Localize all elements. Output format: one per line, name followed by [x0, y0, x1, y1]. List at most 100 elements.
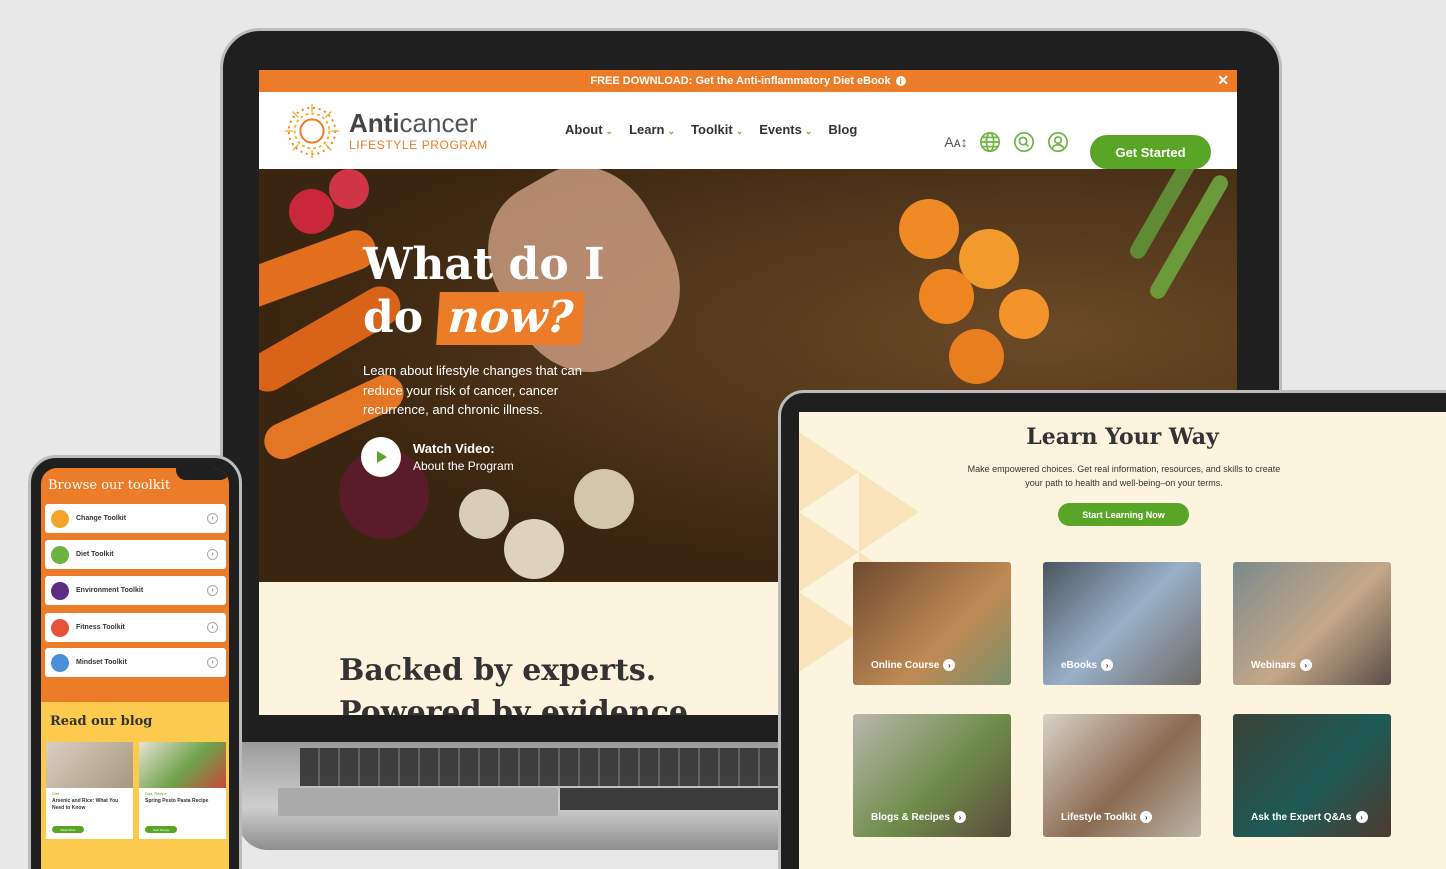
- radish-image: [329, 169, 369, 209]
- start-learning-button[interactable]: Start Learning Now: [1058, 503, 1189, 526]
- globe-icon[interactable]: [979, 131, 1001, 153]
- read-more-button[interactable]: Read More: [52, 826, 84, 833]
- blog-category: Diet, Recipe: [145, 791, 167, 796]
- carrot-slice-image: [949, 329, 1004, 384]
- get-started-button[interactable]: Get Started: [1090, 135, 1211, 169]
- mushroom-image: [574, 469, 634, 529]
- mushroom-image: [504, 519, 564, 579]
- apple-icon: [51, 545, 69, 564]
- card-label: Blogs & Recipes: [871, 811, 950, 823]
- blog-card[interactable]: Diet Arsenic and Rice: What You Need to …: [46, 742, 133, 839]
- chevron-right-icon: ›: [207, 622, 218, 633]
- chevron-down-icon: ⌄: [605, 126, 614, 136]
- experts-heading: Backed by experts. Powered by evidence.: [339, 653, 699, 715]
- lotus-icon: [51, 653, 69, 672]
- blog-image: [46, 742, 133, 788]
- promo-text[interactable]: FREE DOWNLOAD: Get the Anti-inflammatory…: [590, 75, 890, 87]
- promo-banner[interactable]: FREE DOWNLOAD: Get the Anti-inflammatory…: [259, 70, 1237, 92]
- watch-video-button[interactable]: Watch Video: About the Program: [361, 437, 514, 477]
- toolkit-label: Fitness Toolkit: [76, 624, 125, 631]
- blog-category: Diet: [52, 791, 60, 796]
- chevron-right-icon: ›: [207, 549, 218, 560]
- chevron-down-icon: ⌄: [667, 126, 676, 136]
- toolkit-heading: Browse our toolkit: [48, 478, 171, 493]
- play-icon[interactable]: [361, 437, 401, 477]
- change-icon: [51, 509, 69, 528]
- phone-notch: [176, 468, 229, 480]
- nav-item-blog[interactable]: Blog: [828, 122, 857, 137]
- card-label: Online Course: [871, 659, 940, 671]
- blog-card[interactable]: Diet, Recipe Spring Pesto Pasta Recipe V…: [139, 742, 226, 839]
- text-size-icon[interactable]: Aᴀ↕: [944, 131, 967, 153]
- chevron-right-icon: ›: [207, 513, 218, 524]
- card-blogs-recipes[interactable]: Blogs & Recipes ›: [853, 714, 1011, 837]
- chevron-down-icon: ⌄: [804, 126, 813, 136]
- mushroom-image: [459, 489, 509, 539]
- home-icon: [51, 581, 69, 600]
- card-ebooks[interactable]: eBooks ›: [1043, 562, 1201, 685]
- arrow-right-icon: ›: [1101, 659, 1114, 671]
- arrow-right-icon: ›: [953, 811, 966, 823]
- radish-image: [289, 189, 334, 234]
- logo-tagline: LIFESTYLE PROGRAM: [349, 138, 488, 152]
- card-lifestyle-toolkit[interactable]: Lifestyle Toolkit ›: [1043, 714, 1201, 837]
- hero-title: What do I do now?: [363, 239, 605, 345]
- asparagus-image: [1147, 172, 1231, 302]
- watch-video-subtitle: About the Program: [413, 458, 514, 473]
- chevron-down-icon: ⌄: [735, 126, 744, 136]
- arrow-right-icon: ›: [1299, 659, 1312, 671]
- card-ask-expert[interactable]: Ask the Expert Q&As ›: [1233, 714, 1391, 837]
- blog-title: Spring Pesto Pasta Recipe: [145, 798, 209, 804]
- search-icon[interactable]: [1013, 131, 1035, 153]
- site-header: Anticancer LIFESTYLE PROGRAM About ⌄ Lear…: [259, 92, 1237, 169]
- toolkit-item-diet[interactable]: Diet Toolkit ›: [45, 540, 226, 569]
- card-label: eBooks: [1061, 659, 1098, 671]
- bike-icon: [51, 618, 69, 637]
- logo[interactable]: Anticancer LIFESTYLE PROGRAM: [283, 102, 488, 160]
- blog-title: Arsenic and Rice: What You Need to Know: [52, 798, 119, 811]
- toolkit-label: Environment Toolkit: [76, 587, 144, 594]
- view-recipe-button[interactable]: View Recipe: [145, 826, 177, 833]
- toolkit-item-environment[interactable]: Environment Toolkit ›: [45, 576, 226, 605]
- nav-item-learn[interactable]: Learn ⌄: [629, 122, 675, 137]
- main-nav: About ⌄ Learn ⌄ Toolkit ⌄ Events ⌄ Blog: [565, 122, 857, 137]
- nav-item-about[interactable]: About ⌄: [565, 122, 613, 137]
- card-label: Ask the Expert Q&As: [1251, 811, 1352, 823]
- tablet-screen: Learn Your Way Make empowered choices. G…: [799, 412, 1446, 869]
- carrot-slice-image: [999, 289, 1049, 339]
- watch-video-title: Watch Video:: [413, 440, 495, 456]
- toolkit-item-mindset[interactable]: Mindset Toolkit ›: [45, 648, 226, 677]
- blog-section: Read our blog Diet Arsenic and Rice: Wha…: [41, 702, 229, 869]
- chevron-right-icon: ›: [207, 585, 218, 596]
- arrow-right-icon: ›: [1140, 811, 1153, 823]
- toolkit-label: Diet Toolkit: [76, 551, 114, 558]
- info-icon: i: [895, 76, 906, 86]
- nav-item-toolkit[interactable]: Toolkit ⌄: [691, 122, 743, 137]
- toolkit-label: Change Toolkit: [76, 515, 127, 522]
- arrow-right-icon: ›: [1355, 811, 1368, 823]
- blog-heading: Read our blog: [50, 714, 153, 729]
- toolkit-item-change[interactable]: Change Toolkit ›: [45, 504, 226, 533]
- carrot-slice-image: [919, 269, 974, 324]
- card-label: Lifestyle Toolkit: [1061, 811, 1137, 823]
- nav-item-events[interactable]: Events ⌄: [759, 122, 812, 137]
- tablet-title: Learn Your Way: [1026, 424, 1219, 450]
- toolkit-item-fitness[interactable]: Fitness Toolkit ›: [45, 613, 226, 642]
- chevron-right-icon: ›: [207, 657, 218, 668]
- card-webinars[interactable]: Webinars ›: [1233, 562, 1391, 685]
- logo-wordmark: Anticancer: [349, 108, 478, 138]
- user-icon[interactable]: [1047, 131, 1069, 153]
- laptop-keyboard: [300, 748, 820, 786]
- phone-screen: Browse our toolkit Change Toolkit › Diet…: [41, 468, 229, 869]
- header-icons: Aᴀ↕: [944, 131, 1069, 153]
- blog-image: [139, 742, 226, 788]
- close-icon[interactable]: ✕: [1217, 72, 1229, 89]
- arrow-right-icon: ›: [943, 659, 956, 671]
- hero-subtitle: Learn about lifestyle changes that can r…: [363, 363, 582, 417]
- tablet-subtitle: Make empowered choices. Get real informa…: [967, 464, 1281, 488]
- card-label: Webinars: [1251, 659, 1296, 671]
- card-online-course[interactable]: Online Course ›: [853, 562, 1011, 685]
- carrot-slice-image: [899, 199, 959, 259]
- laptop-palmrest: [278, 788, 558, 816]
- toolkit-label: Mindset Toolkit: [76, 659, 127, 666]
